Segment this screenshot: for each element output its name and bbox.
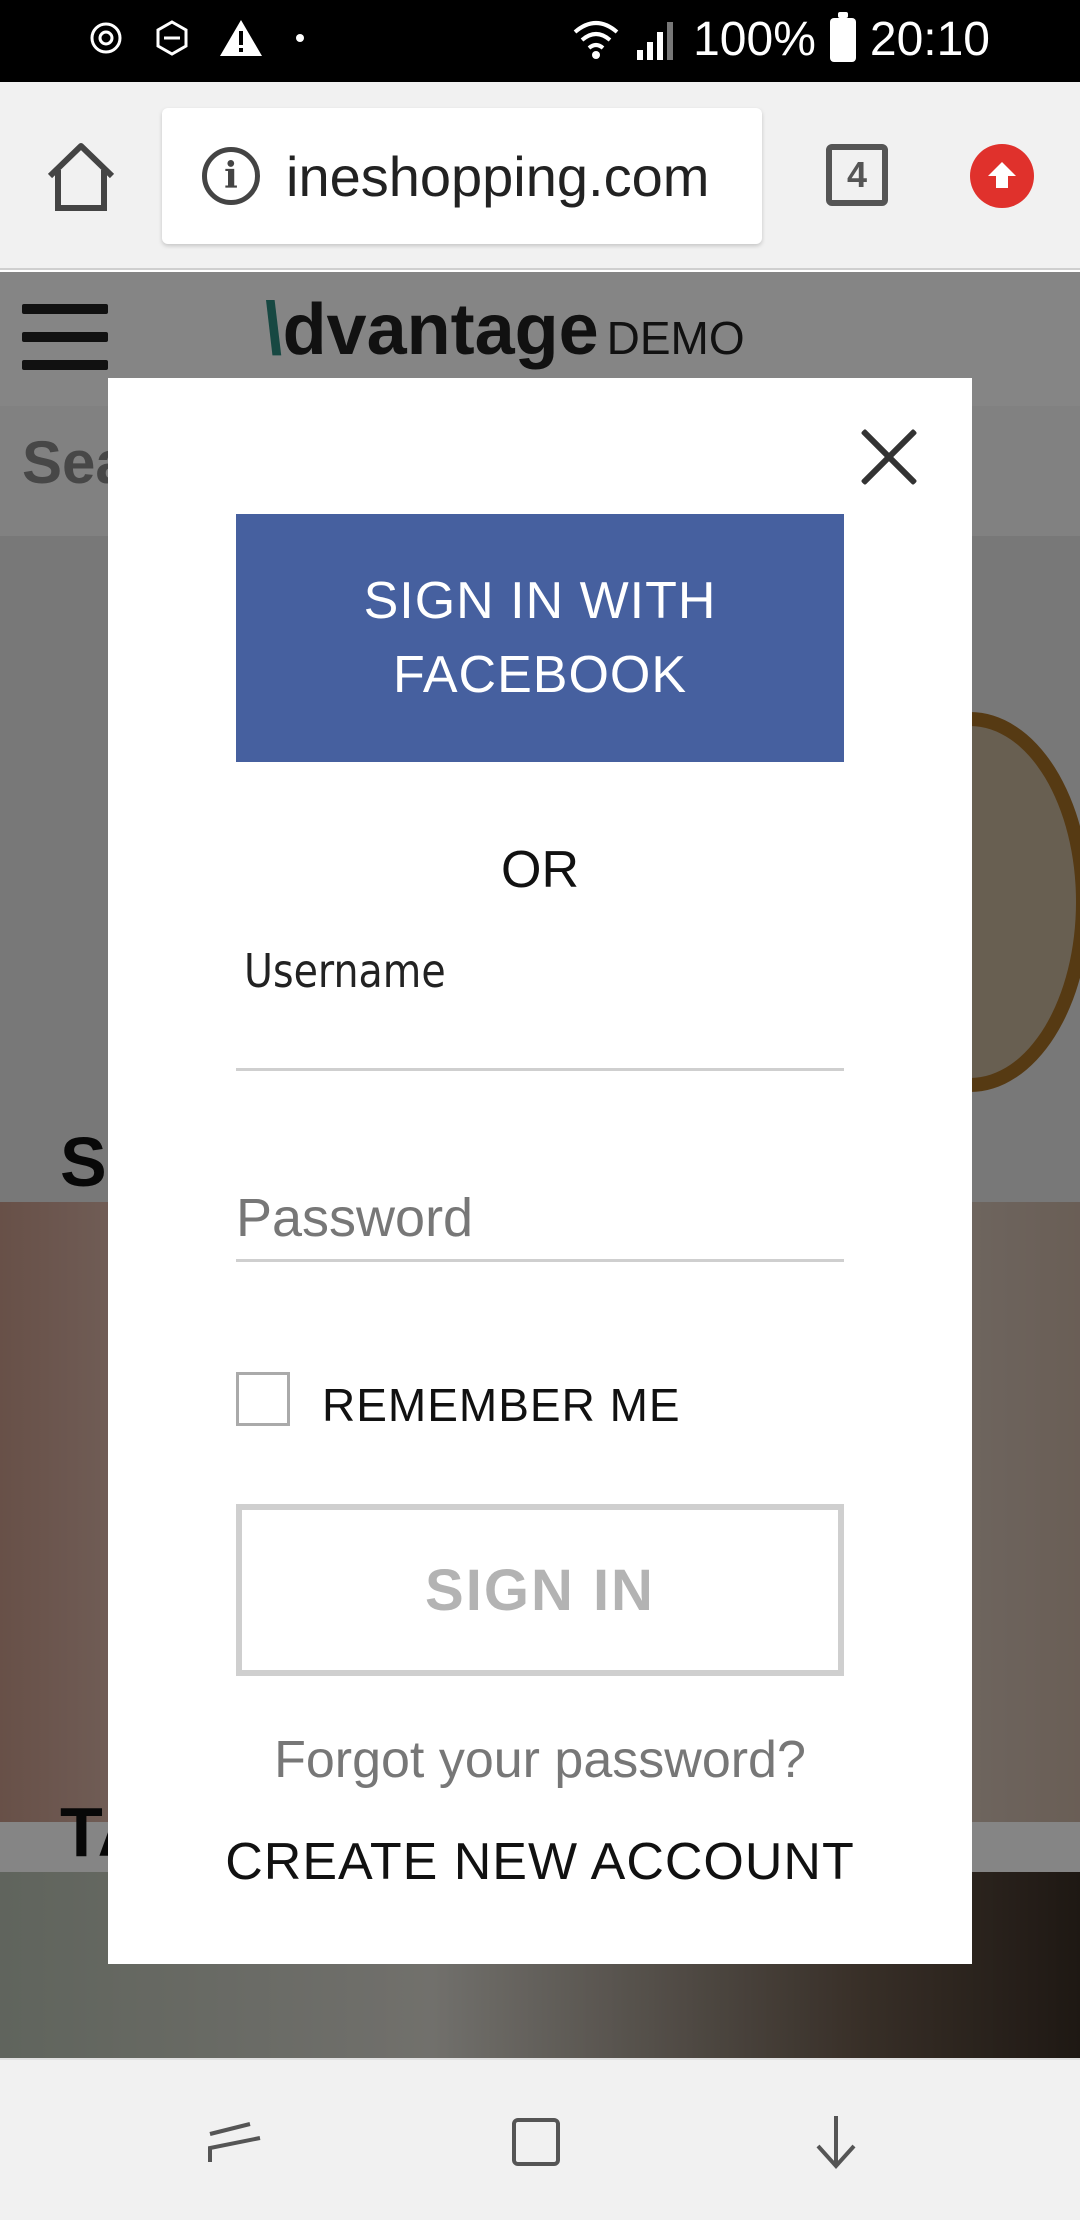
status-bar: 100% 20:10 [0, 0, 1080, 82]
info-icon[interactable]: i [202, 147, 260, 205]
tab-count: 4 [846, 154, 868, 195]
back-icon[interactable] [206, 2112, 266, 2172]
facebook-signin-button[interactable]: SIGN IN WITH FACEBOOK [236, 514, 844, 762]
forgot-password-link[interactable]: Forgot your password? [108, 1730, 972, 1790]
battery-icon [829, 11, 856, 62]
dot-icon [290, 18, 310, 58]
username-field[interactable] [236, 1068, 844, 1071]
clock: 20:10 [869, 13, 990, 66]
create-account-link[interactable]: CREATE NEW ACCOUNT [108, 1832, 972, 1892]
remember-me-checkbox[interactable] [236, 1372, 290, 1426]
address-bar[interactable]: i ineshopping.com [162, 108, 762, 244]
home-icon[interactable] [42, 138, 120, 216]
warning-icon [218, 18, 264, 58]
hex-icon [152, 18, 192, 58]
update-icon[interactable] [970, 144, 1034, 208]
status-left-icons [86, 18, 310, 58]
url-text: ineshopping.com [286, 144, 710, 208]
signal-icon [635, 18, 679, 62]
remember-me-label[interactable]: REMEMBER ME [322, 1378, 681, 1432]
home-square-icon[interactable] [506, 2112, 566, 2172]
settings-icon [86, 18, 126, 58]
close-icon[interactable] [860, 428, 918, 486]
status-right: 100% 20:10 [571, 11, 990, 67]
recent-down-icon[interactable] [806, 2112, 866, 2172]
or-divider: OR [501, 841, 579, 899]
username-label: Username [244, 944, 446, 998]
login-modal: SIGN IN WITH FACEBOOK OR Username REMEMB… [108, 378, 972, 1964]
battery-percent: 100% [693, 13, 816, 66]
wifi-icon [571, 18, 621, 62]
password-field[interactable] [236, 1176, 844, 1262]
browser-toolbar: i ineshopping.com 4 [0, 82, 1080, 270]
system-nav-bar [0, 2058, 1080, 2220]
tabs-icon[interactable]: 4 [826, 144, 888, 206]
sign-in-button[interactable]: SIGN IN [236, 1504, 844, 1676]
